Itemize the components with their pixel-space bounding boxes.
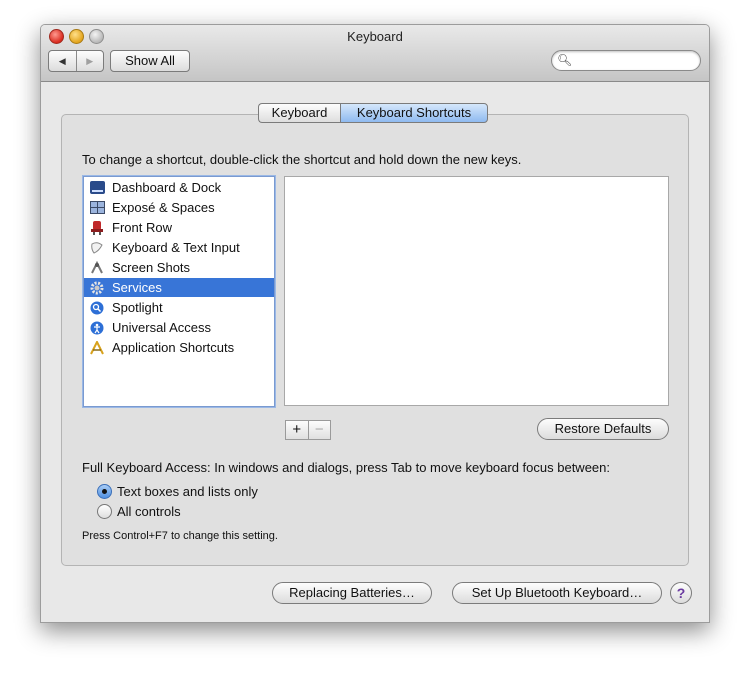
setup-bluetooth-keyboard-button[interactable]: Set Up Bluetooth Keyboard… bbox=[452, 582, 662, 604]
radio-button-selected[interactable] bbox=[97, 484, 112, 499]
category-screen-shots[interactable]: Screen Shots bbox=[84, 258, 274, 277]
tab-keyboard-shortcuts[interactable]: Keyboard Shortcuts bbox=[340, 103, 488, 123]
back-forward-control: ◀ ▶ bbox=[48, 50, 104, 72]
spotlight-icon bbox=[89, 301, 105, 315]
category-application-shortcuts[interactable]: Application Shortcuts bbox=[84, 338, 274, 357]
remove-shortcut-button[interactable]: − bbox=[309, 421, 331, 439]
screen-shots-icon bbox=[89, 260, 105, 275]
instructions-text: To change a shortcut, double-click the s… bbox=[82, 152, 522, 167]
replacing-batteries-button[interactable]: Replacing Batteries… bbox=[272, 582, 432, 604]
search-input[interactable] bbox=[572, 52, 696, 70]
category-label: Exposé & Spaces bbox=[112, 200, 215, 215]
radio-label: Text boxes and lists only bbox=[117, 484, 258, 499]
title-bar: Keyboard ◀ ▶ Show All 🔍︎ bbox=[41, 25, 709, 82]
tab-keyboard[interactable]: Keyboard bbox=[258, 103, 340, 123]
category-label: Dashboard & Dock bbox=[112, 180, 222, 195]
category-spotlight[interactable]: Spotlight bbox=[84, 298, 274, 317]
category-expose-spaces[interactable]: Exposé & Spaces bbox=[84, 198, 274, 217]
forward-button[interactable]: ▶ bbox=[77, 51, 104, 71]
category-services[interactable]: Services bbox=[84, 278, 274, 297]
category-label: Keyboard & Text Input bbox=[112, 240, 240, 255]
help-button[interactable]: ? bbox=[670, 582, 692, 604]
category-label: Universal Access bbox=[112, 320, 211, 335]
category-label: Screen Shots bbox=[112, 260, 191, 275]
full-keyboard-access-label: Full Keyboard Access: In windows and dia… bbox=[82, 460, 610, 475]
services-gear-icon bbox=[89, 281, 105, 295]
universal-access-icon bbox=[89, 321, 105, 335]
shortcut-category-list[interactable]: Dashboard & Dock Exposé & Spaces Front R… bbox=[83, 176, 275, 407]
application-shortcuts-icon bbox=[89, 340, 105, 355]
preferences-window: Keyboard ◀ ▶ Show All 🔍︎ Keyboard Keyboa… bbox=[40, 24, 710, 623]
add-remove-control: + − bbox=[285, 420, 331, 440]
category-label: Application Shortcuts bbox=[112, 340, 235, 355]
back-button[interactable]: ◀ bbox=[49, 51, 77, 71]
keyboard-access-hint: Press Control+F7 to change this setting. bbox=[82, 530, 278, 542]
keyboard-text-input-icon bbox=[89, 241, 105, 255]
show-all-button[interactable]: Show All bbox=[110, 50, 190, 72]
shortcuts-detail-list[interactable] bbox=[284, 176, 669, 406]
add-shortcut-button[interactable]: + bbox=[286, 421, 309, 439]
search-field[interactable]: 🔍︎ bbox=[551, 50, 701, 71]
window-title: Keyboard bbox=[347, 29, 403, 44]
category-label: Services bbox=[112, 280, 162, 295]
radio-button[interactable] bbox=[97, 504, 112, 519]
category-dashboard-dock[interactable]: Dashboard & Dock bbox=[84, 178, 274, 197]
radio-all-controls[interactable]: All controls bbox=[97, 504, 181, 519]
front-row-icon bbox=[89, 220, 105, 235]
category-universal-access[interactable]: Universal Access bbox=[84, 318, 274, 337]
category-label: Front Row bbox=[112, 220, 172, 235]
category-label: Spotlight bbox=[112, 300, 163, 315]
radio-text-boxes-and-lists[interactable]: Text boxes and lists only bbox=[97, 484, 258, 499]
category-front-row[interactable]: Front Row bbox=[84, 218, 274, 237]
radio-label: All controls bbox=[117, 504, 181, 519]
expose-spaces-icon bbox=[89, 201, 105, 215]
dashboard-dock-icon bbox=[89, 181, 105, 195]
search-icon: 🔍︎ bbox=[557, 53, 573, 67]
tab-bar: Keyboard Keyboard Shortcuts bbox=[258, 103, 488, 123]
restore-defaults-button[interactable]: Restore Defaults bbox=[537, 418, 669, 440]
category-keyboard-text-input[interactable]: Keyboard & Text Input bbox=[84, 238, 274, 257]
